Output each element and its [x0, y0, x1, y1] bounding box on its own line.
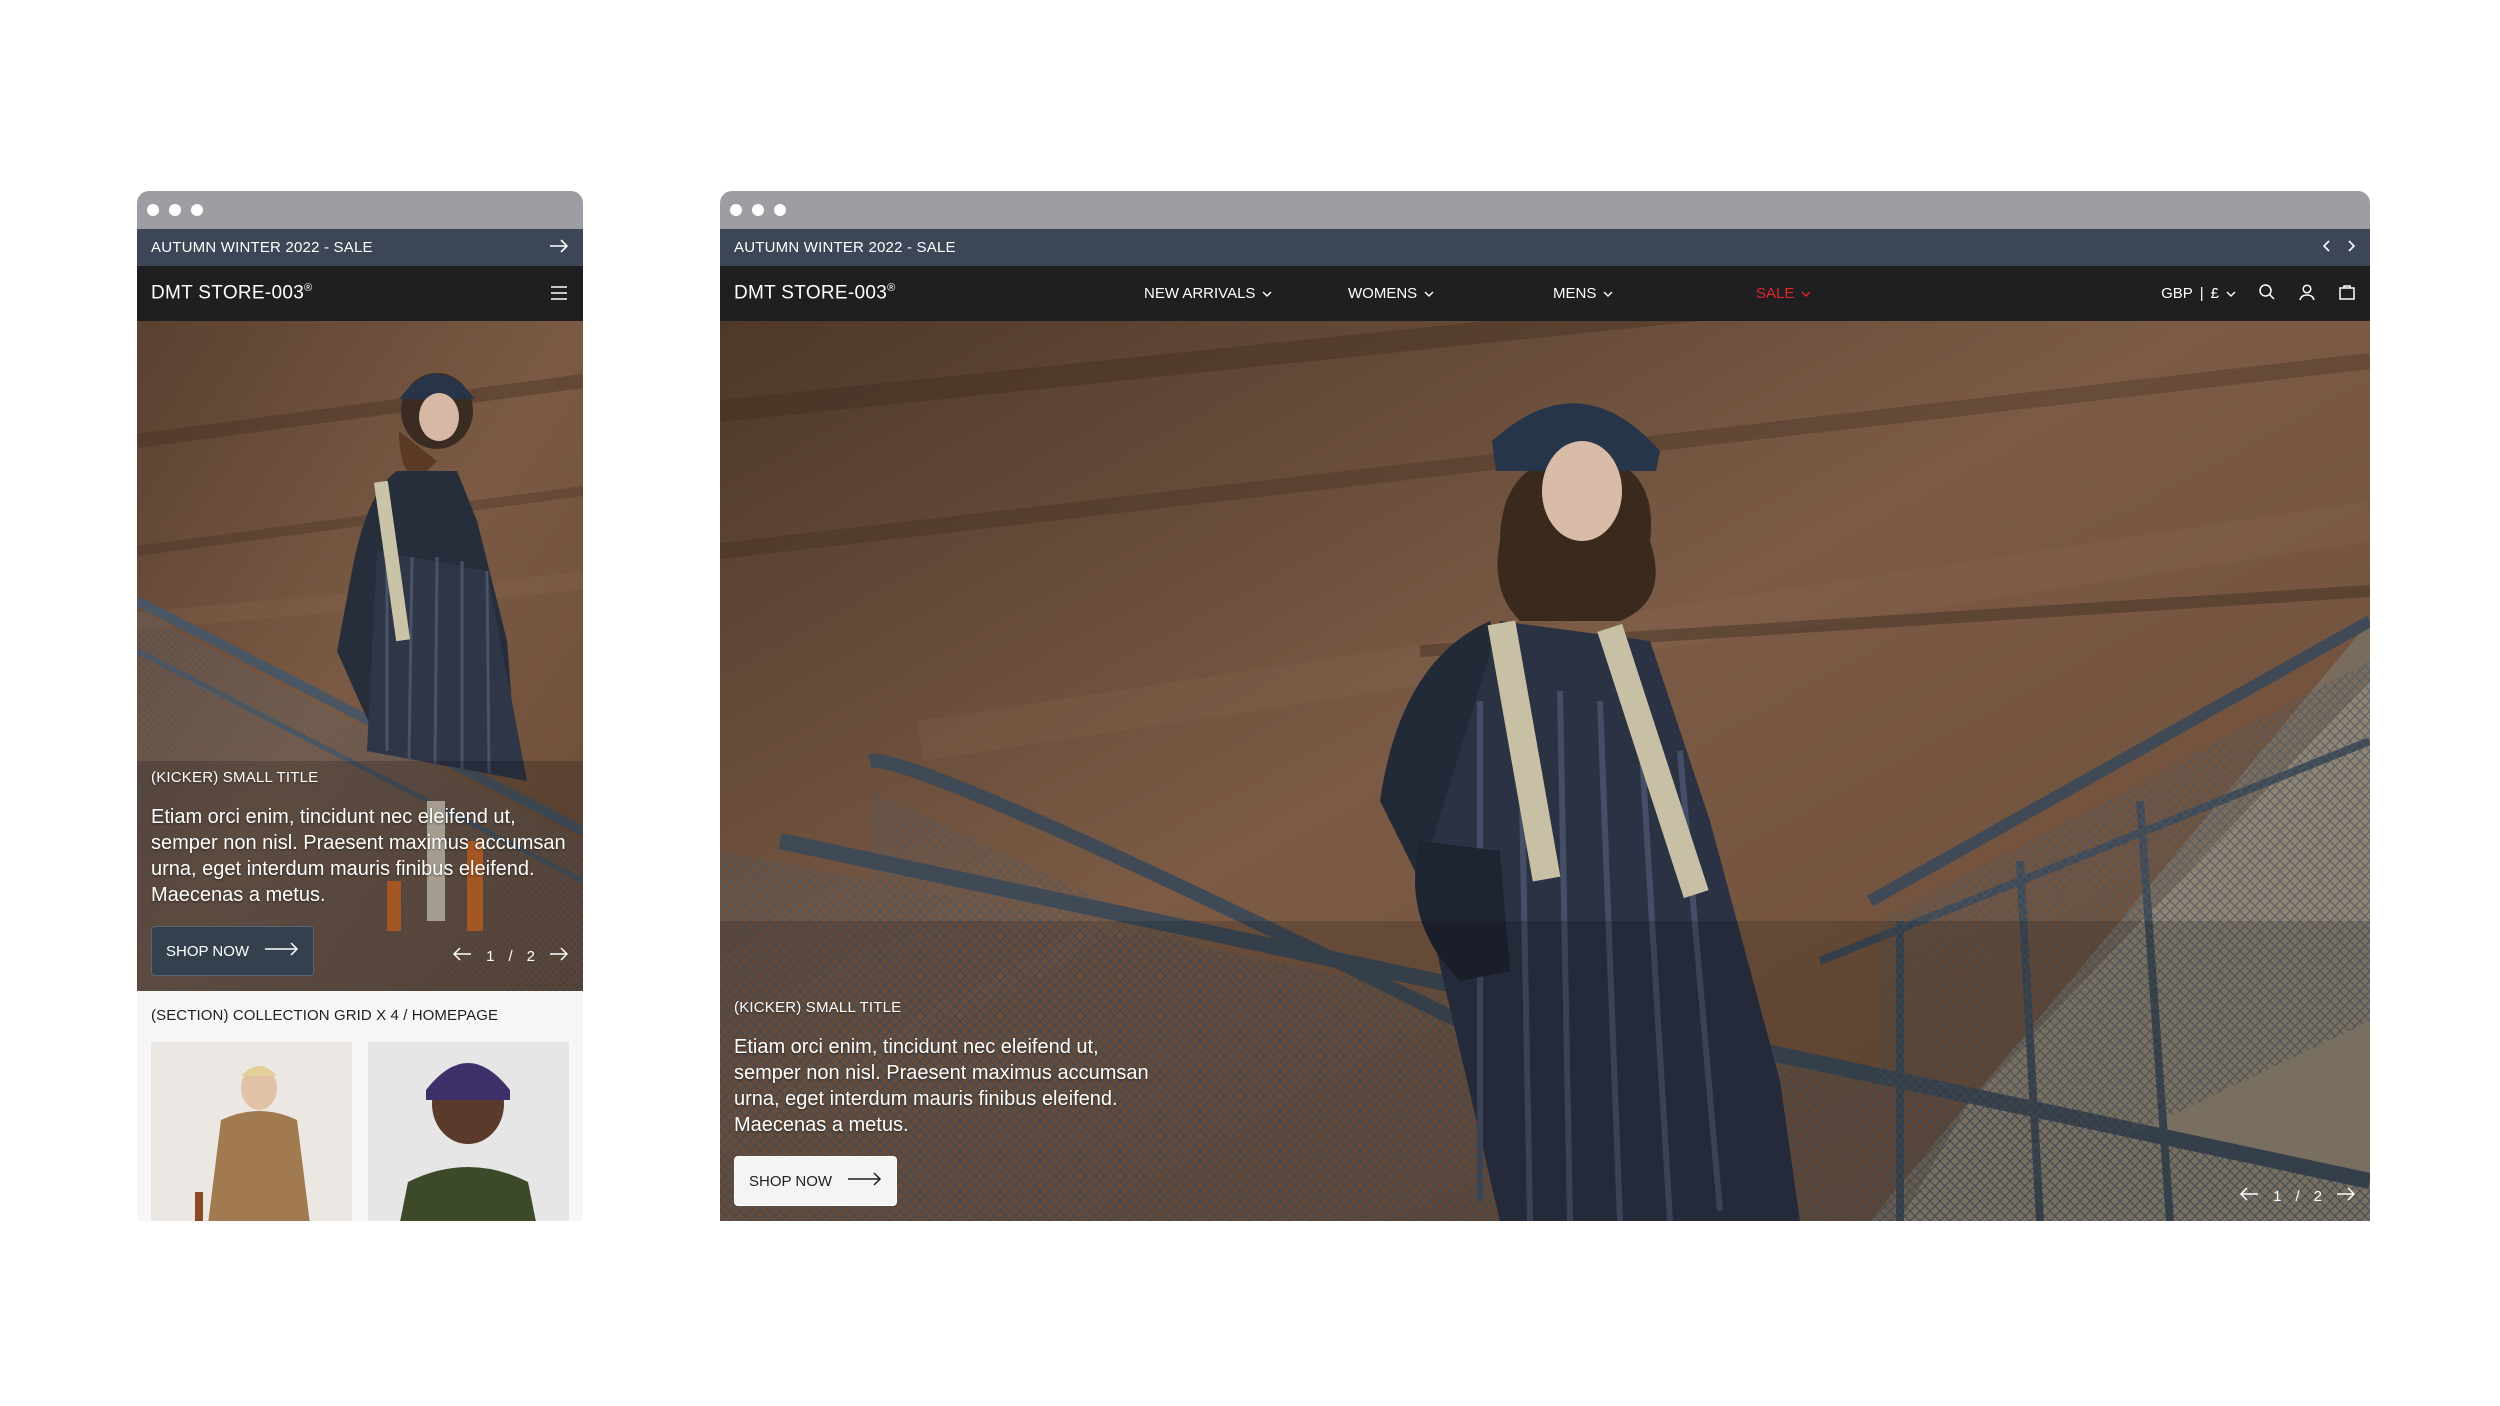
chevron-down-icon — [1424, 285, 1434, 302]
arrow-right-icon[interactable] — [549, 238, 569, 257]
hero-pager: 1 / 2 — [2239, 1187, 2356, 1205]
chevron-left-icon[interactable] — [2322, 239, 2332, 257]
chevron-down-icon — [2226, 285, 2236, 302]
pager-total: 2 — [526, 947, 535, 965]
product-image — [368, 1042, 569, 1221]
window-dot — [191, 204, 203, 216]
arrow-left-icon[interactable] — [2239, 1187, 2259, 1205]
shop-now-button[interactable]: SHOP NOW — [734, 1156, 898, 1206]
shop-now-label: SHOP NOW — [749, 1172, 833, 1190]
browser-chrome — [720, 191, 2370, 229]
site-header: DMT STORE-003® NEW ARRIVALS WOMENS MENS … — [720, 266, 2370, 321]
window-dot — [752, 204, 764, 216]
hero-body: Etiam orci enim, tincidunt nec eleifend … — [151, 806, 566, 906]
product-card[interactable] — [151, 1042, 352, 1221]
browser-chrome — [137, 191, 583, 229]
nav-label: WOMENS — [1348, 285, 1418, 302]
hero-banner: (KICKER) SMALL TITLE Etiam orci enim, ti… — [137, 321, 583, 991]
collection-grid — [151, 1042, 569, 1221]
chevron-right-icon[interactable] — [2346, 239, 2356, 257]
nav-womens[interactable]: WOMENS — [1348, 266, 1434, 321]
currency-separator: | — [2199, 285, 2204, 302]
shop-now-button[interactable]: SHOP NOW — [151, 926, 315, 976]
header-utilities: GBP | £ — [2161, 266, 2356, 321]
logo[interactable]: DMT STORE-003® — [734, 282, 896, 304]
announcement-text: AUTUMN WINTER 2022 - SALE — [734, 239, 956, 256]
search-icon[interactable] — [2258, 283, 2276, 305]
nav-label: MENS — [1553, 285, 1597, 302]
product-image — [151, 1042, 352, 1221]
nav-sale[interactable]: SALE — [1756, 266, 1811, 321]
announcement-text: AUTUMN WINTER 2022 - SALE — [151, 239, 373, 256]
hero-text-block: (KICKER) SMALL TITLE Etiam orci enim, ti… — [151, 769, 571, 976]
pager-total: 2 — [2313, 1187, 2322, 1205]
currency-selector[interactable]: GBP | £ — [2161, 285, 2236, 302]
pager-current: 1 — [486, 947, 495, 965]
hamburger-icon[interactable] — [549, 283, 569, 308]
window-dot — [730, 204, 742, 216]
hero-body: Etiam orci enim, tincidunt nec eleifend … — [734, 1036, 1149, 1136]
announcement-bar: AUTUMN WINTER 2022 - SALE — [137, 229, 583, 266]
collection-section: (SECTION) COLLECTION GRID X 4 / HOMEPAGE — [137, 991, 583, 1221]
bag-icon[interactable] — [2338, 283, 2356, 305]
nav-label: SALE — [1756, 285, 1795, 302]
pager-separator: / — [508, 947, 513, 965]
currency-code: GBP — [2161, 285, 2193, 302]
window-dot — [147, 204, 159, 216]
window-dot — [169, 204, 181, 216]
announcement-arrows — [2322, 239, 2356, 257]
nav-mens[interactable]: MENS — [1553, 266, 1613, 321]
user-icon[interactable] — [2298, 283, 2316, 305]
currency-symbol: £ — [2210, 285, 2219, 302]
site-header: DMT STORE-003® — [137, 266, 583, 321]
chevron-down-icon — [1801, 285, 1811, 302]
arrow-right-icon — [848, 1172, 882, 1190]
desktop-browser-frame: AUTUMN WINTER 2022 - SALE DMT STORE-003®… — [720, 191, 2370, 1221]
chevron-down-icon — [1603, 285, 1613, 302]
mobile-browser-frame: AUTUMN WINTER 2022 - SALE DMT STORE-003® — [137, 191, 583, 1221]
pager-current: 1 — [2273, 1187, 2282, 1205]
arrow-right-icon[interactable] — [2336, 1187, 2356, 1205]
arrow-right-icon[interactable] — [549, 947, 569, 965]
arrow-left-icon[interactable] — [452, 947, 472, 965]
arrow-right-icon — [265, 942, 299, 960]
logo[interactable]: DMT STORE-003® — [151, 282, 313, 304]
announcement-bar: AUTUMN WINTER 2022 - SALE — [720, 229, 2370, 266]
nav-label: NEW ARRIVALS — [1144, 285, 1256, 302]
hero-text-block: (KICKER) SMALL TITLE Etiam orci enim, ti… — [734, 999, 1154, 1206]
chevron-down-icon — [1262, 285, 1272, 302]
hero-kicker: (KICKER) SMALL TITLE — [734, 999, 902, 1016]
shop-now-label: SHOP NOW — [166, 942, 250, 960]
hero-kicker: (KICKER) SMALL TITLE — [151, 769, 319, 786]
window-dot — [774, 204, 786, 216]
hero-pager: 1 / 2 — [452, 947, 569, 965]
section-title: (SECTION) COLLECTION GRID X 4 / HOMEPAGE — [151, 1007, 499, 1024]
hero-banner: (KICKER) SMALL TITLE Etiam orci enim, ti… — [720, 321, 2370, 1221]
pager-separator: / — [2295, 1187, 2300, 1205]
product-card[interactable] — [368, 1042, 569, 1221]
nav-new-arrivals[interactable]: NEW ARRIVALS — [1144, 266, 1272, 321]
